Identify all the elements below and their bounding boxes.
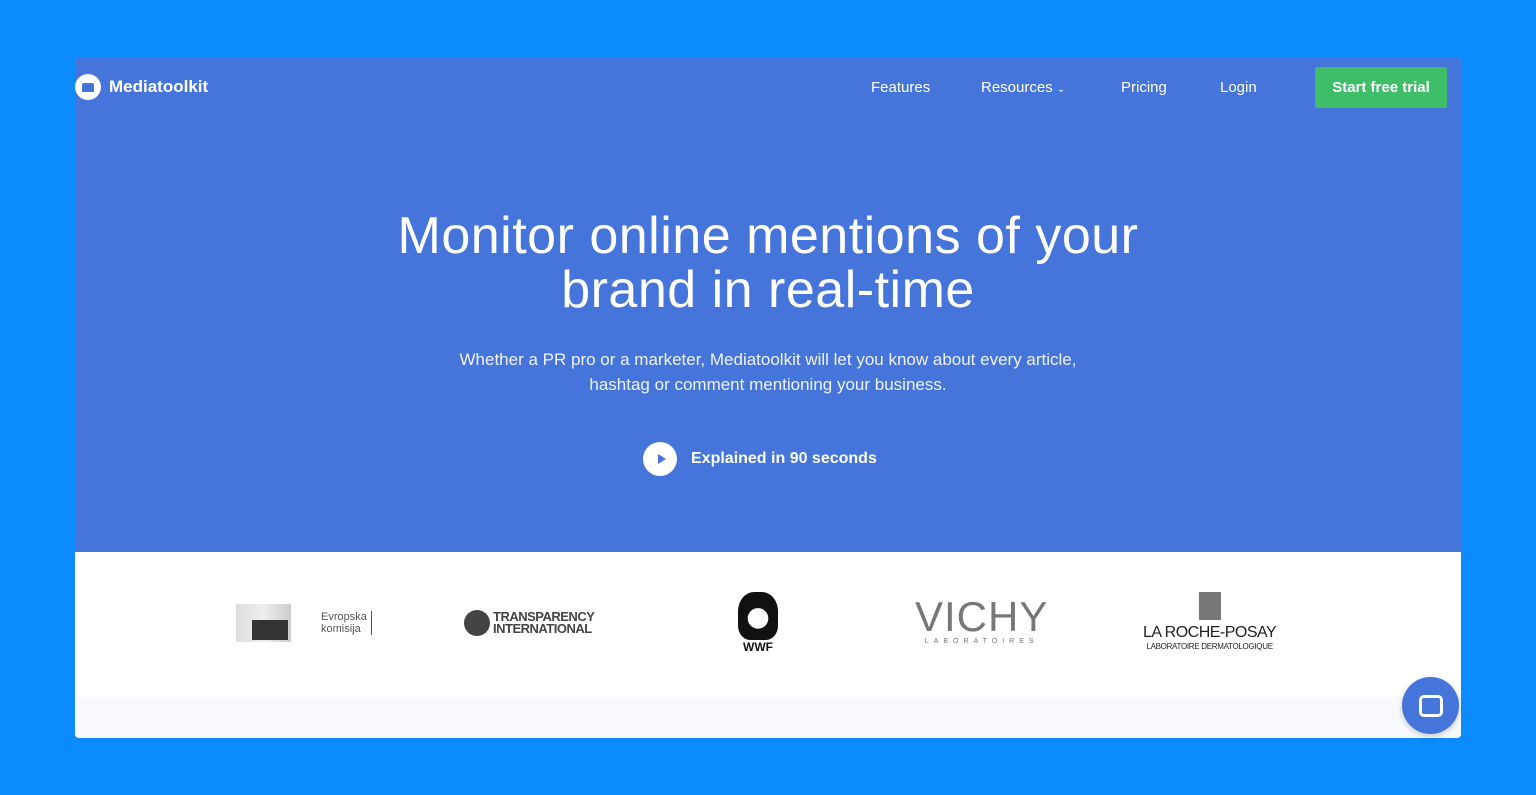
nav-resources-label: Resources bbox=[981, 79, 1053, 96]
hero-title: Monitor online mentions of your brand in … bbox=[75, 209, 1461, 317]
lrp-sub: LABORATOIRE DERMATOLOGIQUE bbox=[1146, 642, 1273, 651]
ti-globe-icon bbox=[464, 610, 490, 636]
panda-icon bbox=[738, 592, 778, 640]
brand-name: Mediatoolkit bbox=[109, 77, 209, 96]
logo-icon bbox=[75, 74, 101, 100]
subtitle-line: Whether a PR pro or a marketer, Mediatoo… bbox=[459, 350, 1077, 369]
vichy-sub: LABORATOIRES bbox=[924, 638, 1039, 645]
lrp-square-icon bbox=[1198, 592, 1221, 620]
title-line: Monitor online mentions of your bbox=[397, 207, 1139, 265]
next-section bbox=[75, 697, 1461, 738]
chat-icon bbox=[1418, 694, 1443, 717]
chat-launcher-button[interactable] bbox=[1402, 677, 1459, 734]
title-line: brand in real-time bbox=[561, 261, 975, 319]
lrp-text: LA ROCHE-POSAY bbox=[1143, 624, 1277, 641]
logo-la-roche-posay: LA ROCHE-POSAY LABORATOIRE DERMATOLOGIQU… bbox=[1143, 592, 1277, 651]
chevron-down-icon: ⌄ bbox=[1056, 84, 1066, 95]
nav-login[interactable]: Login bbox=[1220, 79, 1257, 96]
eu-text: komisija bbox=[321, 623, 361, 635]
logo-vichy: VICHY LABORATOIRES bbox=[915, 593, 1049, 646]
vichy-text: VICHY bbox=[915, 593, 1049, 640]
eu-building-icon bbox=[236, 604, 291, 642]
client-logos: Evropska komisija TRANSPARENCY INTERNATION… bbox=[75, 552, 1461, 697]
video-label: Explained in 90 seconds bbox=[691, 450, 877, 467]
start-free-trial-button[interactable]: Start free trial bbox=[1315, 67, 1447, 108]
logo-wwf: WWF bbox=[735, 592, 781, 654]
ti-text: INTERNATIONAL bbox=[493, 621, 592, 636]
play-icon bbox=[643, 442, 677, 476]
logo-transparency-international: TRANSPARENCY INTERNATIONAL bbox=[464, 610, 595, 636]
hero-subtitle: Whether a PR pro or a marketer, Mediatoo… bbox=[75, 347, 1461, 397]
nav-features[interactable]: Features bbox=[871, 79, 930, 96]
explainer-video-button[interactable]: Explained in 90 seconds bbox=[643, 442, 877, 476]
logo-european-commission: Evropska komisija bbox=[236, 604, 372, 642]
hero-section: Mediatoolkit Features Resources ⌄ Pricin… bbox=[75, 57, 1461, 552]
nav-resources[interactable]: Resources ⌄ bbox=[981, 79, 1065, 96]
subtitle-line: hashtag or comment mentioning your busin… bbox=[589, 375, 947, 394]
wwf-text: WWF bbox=[743, 640, 773, 654]
nav-pricing[interactable]: Pricing bbox=[1121, 79, 1167, 96]
browser-frame: Mediatoolkit Features Resources ⌄ Pricin… bbox=[75, 57, 1461, 738]
eu-text: Evropska bbox=[321, 611, 367, 623]
brand-logo[interactable]: Mediatoolkit bbox=[75, 74, 208, 100]
